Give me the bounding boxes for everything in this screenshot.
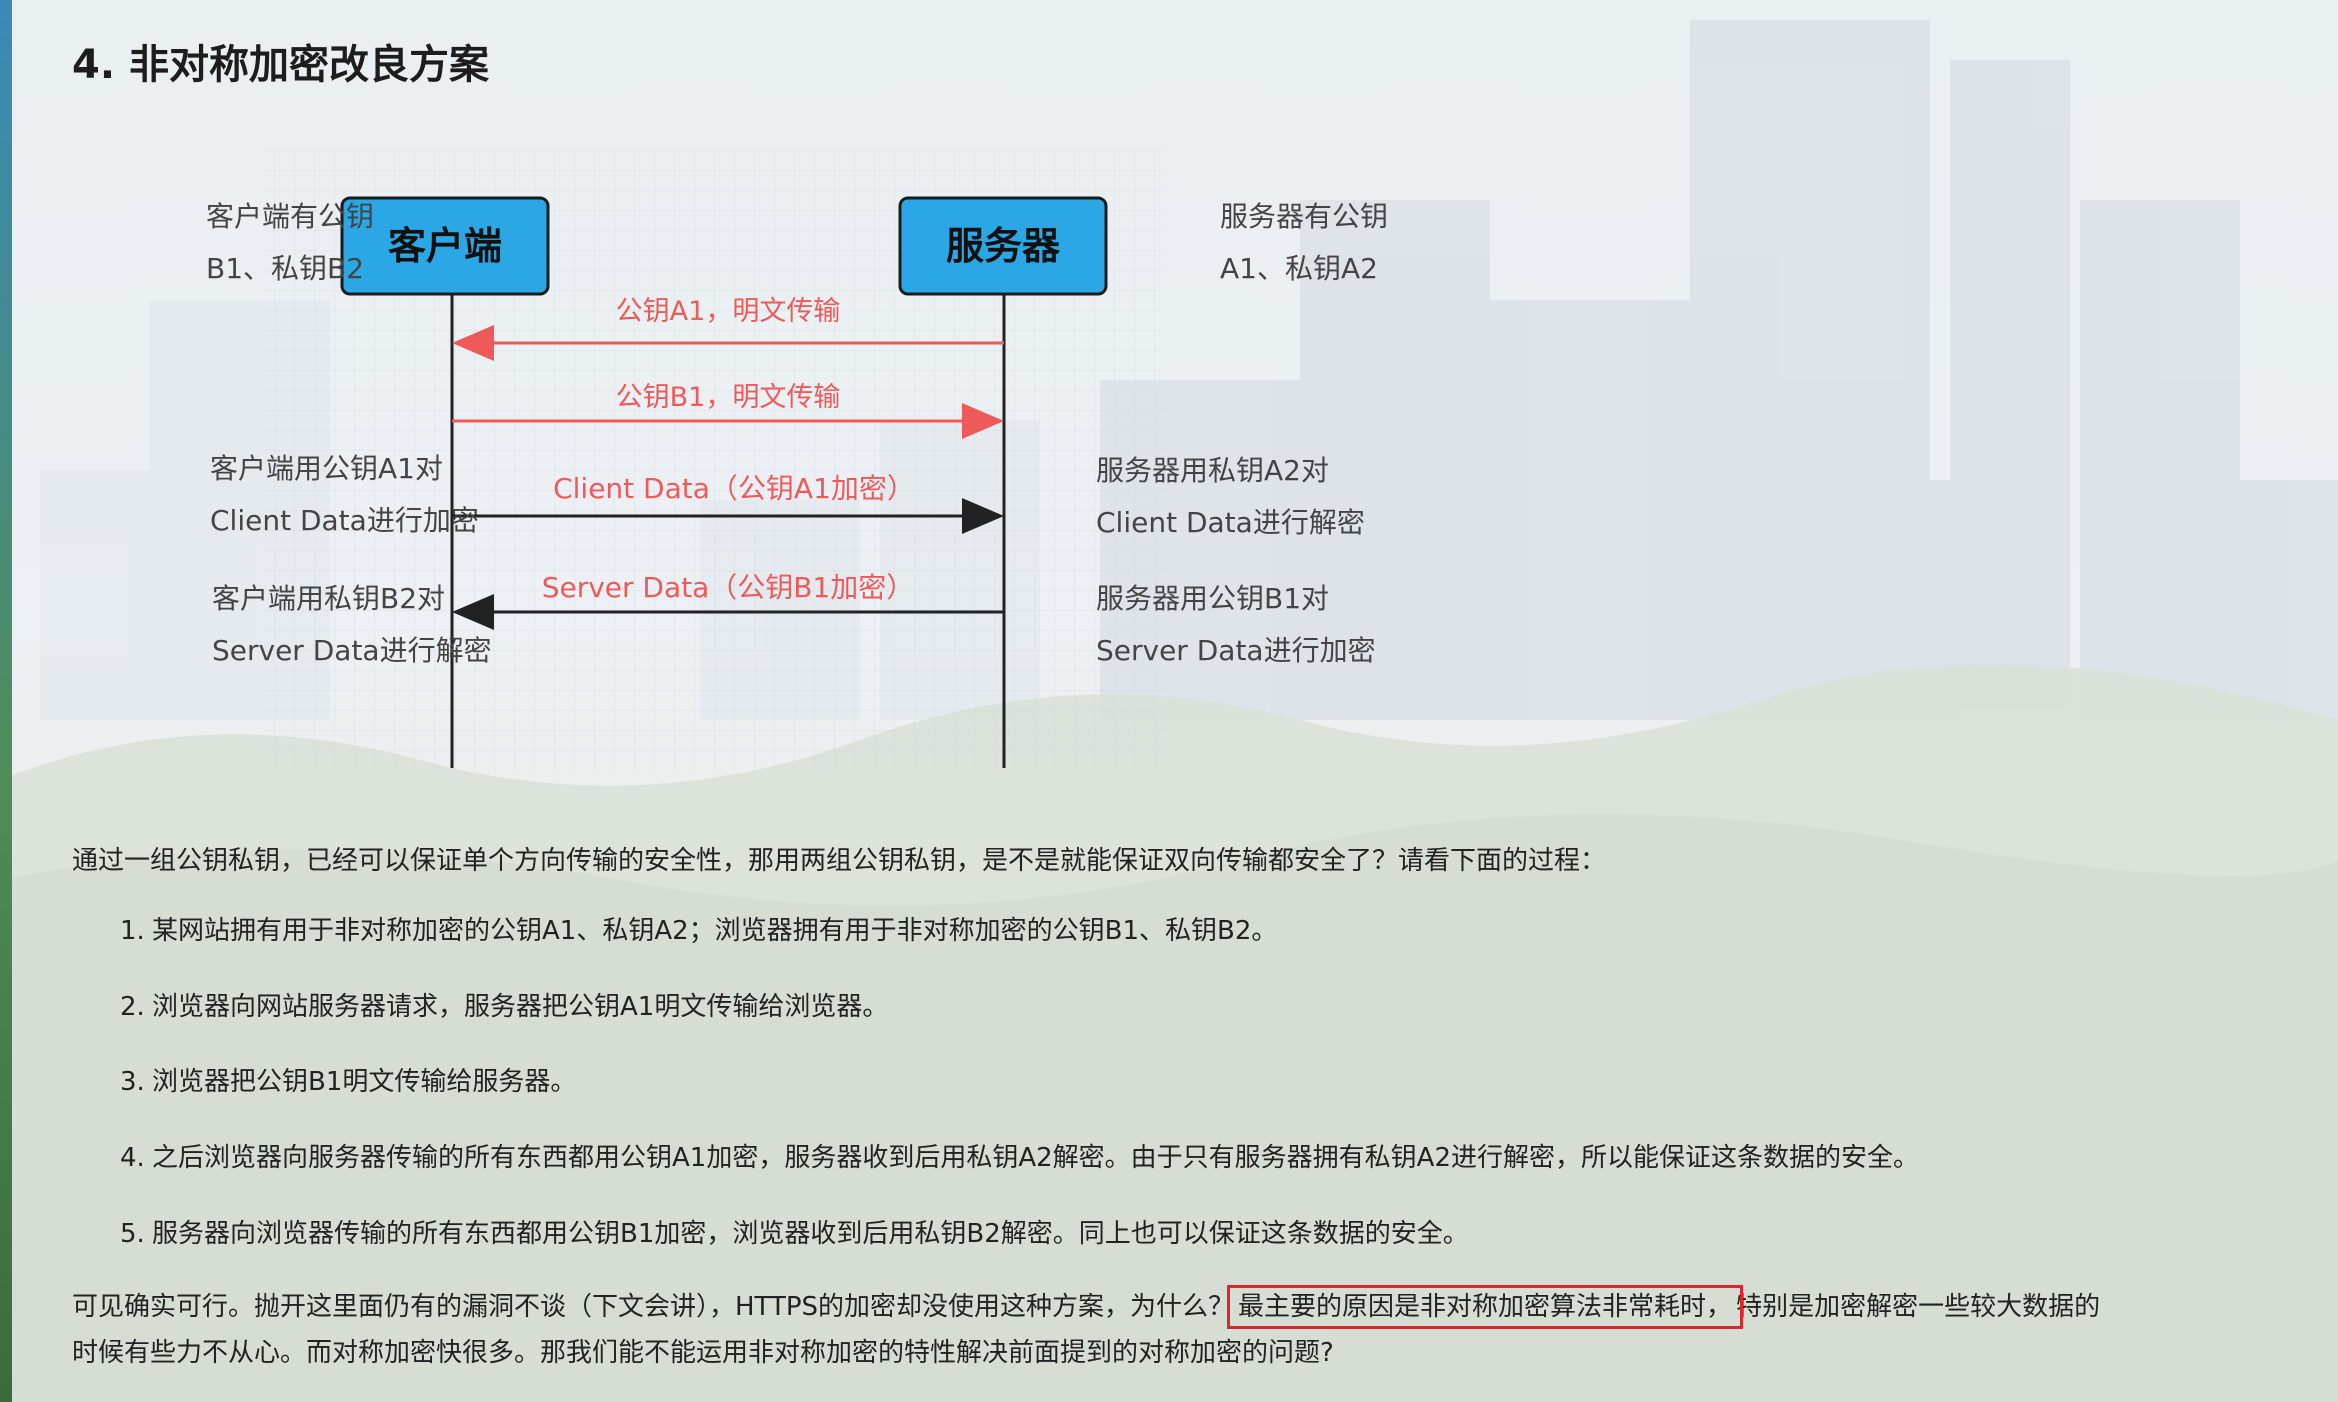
server-box-label: 服务器 [946, 224, 1061, 268]
list-item-text: 之后浏览器向服务器传输的所有东西都用公钥A1加密，服务器收到后用私钥A2解密。由… [152, 1143, 1919, 1173]
conclusion-part1: 可见确实可行。抛开这里面仍有的漏洞不谈（下文会讲），HTTPS的加密却没使用这种… [72, 1292, 1235, 1322]
left-edge-strip [0, 0, 12, 1402]
server-keys-line2: A1、私钥A2 [1220, 252, 1378, 285]
list-item-number: 1. [120, 916, 145, 946]
msg2-label: 公钥B1，明文传输 [616, 382, 841, 413]
client-note2-line2: Server Data进行解密 [212, 634, 492, 667]
server-box: 服务器 [898, 196, 1108, 296]
client-keys-line1: 客户端有公钥 [206, 200, 374, 233]
section-heading: 4. 非对称加密改良方案 [72, 42, 489, 88]
server-note2-line1: 服务器用公钥B1对 [1096, 582, 1329, 615]
client-box-label: 客户端 [388, 224, 502, 268]
list-item-text: 某网站拥有用于非对称加密的公钥A1、私钥A2；浏览器拥有用于非对称加密的公钥B1… [152, 916, 1278, 946]
list-item-text: 浏览器向网站服务器请求，服务器把公钥A1明文传输给浏览器。 [152, 992, 889, 1022]
client-keys-line2: B1、私钥B2 [206, 252, 364, 285]
conclusion-paragraph: 可见确实可行。抛开这里面仍有的漏洞不谈（下文会讲），HTTPS的加密却没使用这种… [72, 1284, 2100, 1376]
client-note2-line1: 客户端用私钥B2对 [212, 582, 445, 615]
server-note1-line1: 服务器用私钥A2对 [1096, 454, 1329, 487]
sequence-diagram: 客户端 服务器 客户端有公钥 B1、私钥B2 服务器有公钥 A1、私钥A2 公钥… [206, 150, 1388, 770]
article-content: 4. 非对称加密改良方案 客户端 服务器 客户端有公钥 B1、私钥B2 服务器有… [72, 0, 2312, 1402]
list-item: 3. 浏览器把公钥B1明文传输给服务器。 [120, 1061, 576, 1098]
intro-paragraph: 通过一组公钥私钥，已经可以保证单个方向传输的安全性，那用两组公钥私钥，是不是就能… [72, 846, 1607, 876]
server-keys-line1: 服务器有公钥 [1220, 200, 1388, 233]
list-item-number: 3. [120, 1067, 145, 1097]
highlighted-sentence: 最主要的原因是非对称加密算法非常耗时， [1227, 1285, 1744, 1329]
conclusion-line2: 时候有些力不从心。而对称加密快很多。那我们能不能运用非对称加密的特性解决前面提到… [72, 1338, 1334, 1368]
list-item: 4. 之后浏览器向服务器传输的所有东西都用公钥A1加密，服务器收到后用私钥A2解密… [120, 1137, 1919, 1174]
conclusion-part2: 特别是加密解密一些较大数据的 [1736, 1292, 2101, 1322]
server-note1-line2: Client Data进行解密 [1096, 506, 1365, 539]
msg1-label: 公钥A1，明文传输 [616, 296, 841, 327]
list-item: 2. 浏览器向网站服务器请求，服务器把公钥A1明文传输给浏览器。 [120, 986, 888, 1023]
server-note2-line2: Server Data进行加密 [1096, 634, 1376, 667]
list-item: 1. 某网站拥有用于非对称加密的公钥A1、私钥A2；浏览器拥有用于非对称加密的公钥… [120, 910, 1277, 947]
list-item-number: 5. [120, 1219, 145, 1249]
list-item: 5. 服务器向浏览器传输的所有东西都用公钥B1加密，浏览器收到后用私钥B2解密。同… [120, 1213, 1469, 1250]
list-item-text: 浏览器把公钥B1明文传输给服务器。 [152, 1067, 577, 1097]
client-note1-line2: Client Data进行加密 [210, 504, 479, 537]
client-note1-line1: 客户端用公钥A1对 [210, 452, 443, 485]
msg4-label: Server Data（公钥B1加密） [542, 571, 915, 604]
list-item-number: 2. [120, 992, 145, 1022]
list-item-number: 4. [120, 1143, 145, 1173]
list-item-text: 服务器向浏览器传输的所有东西都用公钥B1加密，浏览器收到后用私钥B2解密。同上也… [152, 1219, 1469, 1249]
msg3-label: Client Data（公钥A1加密） [553, 472, 915, 505]
